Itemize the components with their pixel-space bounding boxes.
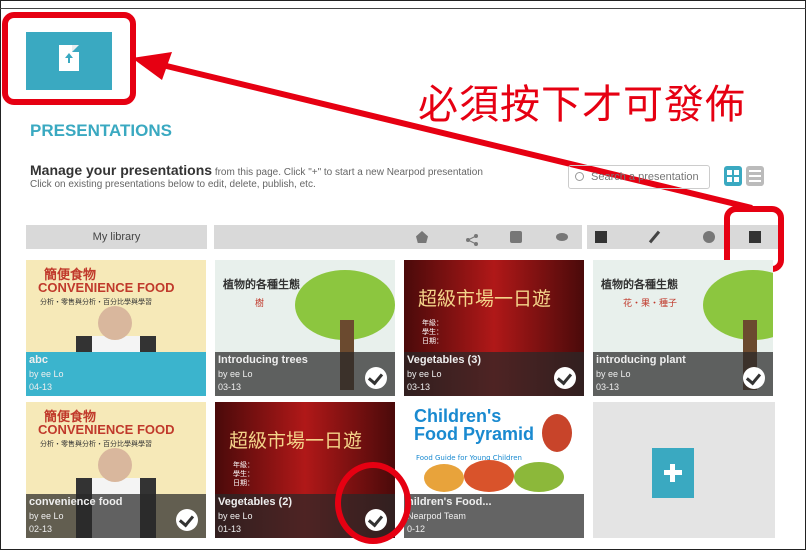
card-title: introducing plant <box>596 354 686 366</box>
thumb-food <box>424 464 464 492</box>
new-presentation-card[interactable] <box>593 402 775 538</box>
thumb-title: 超級市場一日遊 <box>418 288 552 310</box>
thumb-food <box>514 462 564 492</box>
edit-pencil-icon[interactable] <box>648 230 661 244</box>
grid-view-button[interactable] <box>724 166 742 186</box>
thumb-title: 超級市場一日遊 <box>229 430 363 452</box>
share-icon[interactable] <box>466 231 478 246</box>
card-title: convenience food <box>29 496 123 508</box>
action-toolbar <box>214 225 582 249</box>
thumb-caption: 分析・零售與分析・百分比學與學習 <box>40 298 152 306</box>
thumb-title: 植物的各種生態 <box>601 278 678 291</box>
thumb-line: 日期： <box>233 479 254 487</box>
list-view-button[interactable] <box>746 166 764 186</box>
presentation-card[interactable]: Children's Food Pyramid Food Guide for Y… <box>404 402 584 538</box>
card-author: by ee Lo <box>29 369 64 379</box>
thumb-food <box>542 414 572 452</box>
annotation-red-circle <box>335 462 411 544</box>
card-date: 04-13 <box>29 382 53 392</box>
copy-icon[interactable] <box>510 231 522 243</box>
plus-icon-v <box>670 464 675 482</box>
thumb-figure-head <box>98 306 132 340</box>
search-icon <box>575 172 584 181</box>
card-date: 01-13 <box>218 524 242 534</box>
card-author: by ee Lo <box>29 511 64 521</box>
thumb-tree <box>703 270 773 340</box>
card-date: 03-13 <box>218 382 242 392</box>
delete-icon[interactable] <box>703 231 715 243</box>
intro-line2: Click on existing presentations below to… <box>30 179 316 190</box>
select-check-icon[interactable] <box>554 367 576 389</box>
card-title: Vegetables (2) <box>218 496 292 508</box>
preview-eye-icon[interactable] <box>556 233 568 241</box>
card-title: Vegetables (3) <box>407 354 481 366</box>
card-date: 0-12 <box>407 524 426 534</box>
card-title: Introducing trees <box>218 354 308 366</box>
page-title: PRESENTATIONS <box>30 121 172 140</box>
card-date: 02-13 <box>29 524 53 534</box>
card-author: by ee Lo <box>596 369 631 379</box>
card-date: 03-13 <box>596 382 620 392</box>
card-meta: abc by ee Lo 04-13 <box>26 352 206 396</box>
intro-text: Manage your presentations from this page… <box>30 162 550 191</box>
thumb-caption: 分析・零售與分析・百分比學與學習 <box>40 440 152 448</box>
presentation-card[interactable]: 超級市場一日遊 年級： 學生： 日期： Vegetables (3) by ee… <box>404 260 584 396</box>
card-author: by ee Lo <box>218 511 253 521</box>
intro-bold: Manage your presentations <box>30 162 213 178</box>
thumb-figure-head <box>98 448 132 482</box>
thumb-subtitle: CONVENIENCE FOOD <box>38 422 175 437</box>
intro-line1: from this page. Click "+" to start a new… <box>212 167 483 178</box>
thumb-caption: Food Guide for Young Children <box>416 454 522 462</box>
card-title: abc <box>29 354 48 366</box>
card-author: Nearpod Team <box>407 511 466 521</box>
thumb-title: 植物的各種生態 <box>223 278 300 291</box>
presentation-card[interactable]: 植物的各種生態 花・果・種子 introducing plant by ee L… <box>593 260 773 396</box>
thumb-subtitle: CONVENIENCE FOOD <box>38 280 175 295</box>
publish-hat-icon[interactable] <box>416 231 428 243</box>
select-check-icon[interactable] <box>743 367 765 389</box>
presentation-card[interactable]: 簡便食物 CONVENIENCE FOOD 分析・零售與分析・百分比學與學習 c… <box>26 402 206 538</box>
card-date: 03-13 <box>407 382 431 392</box>
thumb-food <box>464 460 514 492</box>
thumb-subtitle: Food Pyramid <box>414 424 535 444</box>
annotation-text: 必須按下才可發佈 <box>418 82 746 128</box>
new-file-icon[interactable] <box>595 231 607 243</box>
presentation-card[interactable]: 簡便食物 CONVENIENCE FOOD 分析・零售與分析・百分比學與學習 a… <box>26 260 206 396</box>
thumb-line: 日期： <box>422 337 443 345</box>
presentation-card[interactable]: 植物的各種生態 樹 Introducing trees by ee Lo 03-… <box>215 260 395 396</box>
card-title: hildren's Food... <box>407 496 492 508</box>
thumb-subtitle: 樹 <box>255 299 265 309</box>
thumb-subtitle: 花・果・種子 <box>623 299 678 309</box>
search-input[interactable]: Search a presentation <box>568 165 710 189</box>
my-library-button[interactable]: My library <box>26 225 207 249</box>
select-check-icon[interactable] <box>365 367 387 389</box>
card-author: by ee Lo <box>218 369 253 379</box>
card-author: by ee Lo <box>407 369 442 379</box>
add-file-icon <box>652 448 694 498</box>
search-placeholder: Search a presentation <box>591 171 699 183</box>
select-check-icon[interactable] <box>176 509 198 531</box>
card-meta: hildren's Food... Nearpod Team 0-12 <box>404 494 584 538</box>
